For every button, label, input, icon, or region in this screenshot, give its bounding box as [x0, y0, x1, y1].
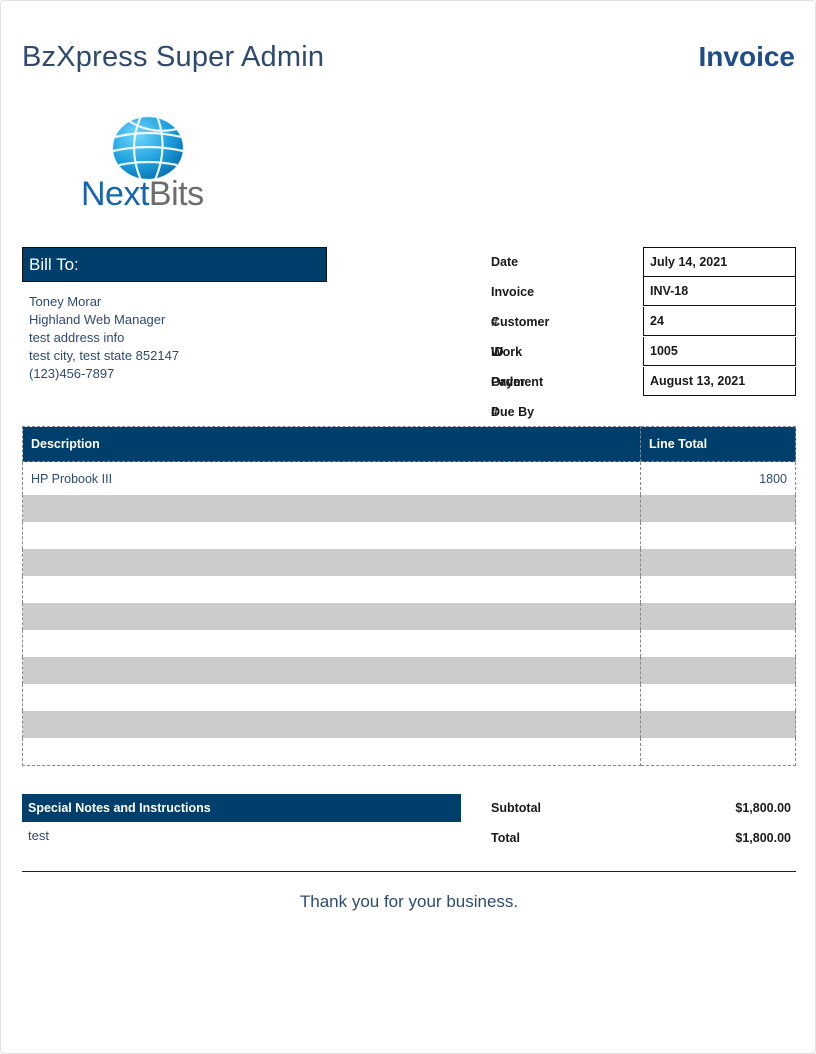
meta-value: 1005: [643, 337, 796, 366]
item-description: [22, 603, 641, 630]
subtotal-row: Subtotal $1,800.00: [491, 796, 791, 826]
item-line-total: [640, 711, 796, 738]
item-description: [22, 549, 641, 576]
item-description: [22, 684, 641, 711]
table-header-row: Description Line Total: [22, 426, 796, 462]
logo-word-bits: Bits: [148, 175, 204, 213]
thank-you-message: Thank you for your business.: [299, 892, 519, 911]
meta-label: Payment Due By: [491, 375, 544, 419]
bill-to-address: Toney Morar Highland Web Manager test ad…: [29, 293, 179, 383]
item-description: [22, 522, 641, 549]
table-row: [22, 495, 796, 522]
footer-divider: [22, 871, 796, 872]
item-line-total: [640, 576, 796, 603]
table-row: [22, 576, 796, 603]
total-label: Total: [491, 831, 520, 845]
item-description: [22, 657, 641, 684]
customer-address: test address info: [29, 330, 125, 345]
item-line-total: [640, 630, 796, 657]
column-header-description: Description: [22, 426, 641, 462]
meta-value: INV-18: [643, 277, 796, 306]
column-header-line-total: Line Total: [640, 426, 796, 462]
total-value: $1,800.00: [735, 831, 791, 845]
item-description: [22, 738, 641, 766]
item-line-total: [640, 657, 796, 684]
subtotal-value: $1,800.00: [735, 801, 791, 815]
item-line-total: [640, 549, 796, 576]
globe-icon: [111, 115, 185, 181]
item-description: [22, 630, 641, 657]
item-description: [22, 576, 641, 603]
table-row: [22, 657, 796, 684]
item-description: HP Probook III: [22, 461, 641, 495]
item-description: [22, 495, 641, 522]
item-line-total: [640, 522, 796, 549]
notes-text: test: [28, 828, 49, 843]
table-row: [22, 603, 796, 630]
table-row: [22, 549, 796, 576]
meta-value: 24: [643, 307, 796, 336]
item-line-total: [640, 603, 796, 630]
company-name: BzXpress Super Admin: [22, 41, 325, 73]
document-title: Invoice: [698, 41, 795, 72]
customer-phone: (123)456-7897: [29, 366, 115, 381]
item-line-total: [640, 495, 796, 522]
bill-to-heading: Bill To:: [22, 247, 327, 282]
table-row: [22, 711, 796, 738]
table-row: [22, 630, 796, 657]
item-description: [22, 711, 641, 738]
meta-value: August 13, 2021: [643, 367, 796, 396]
table-row: [22, 738, 796, 766]
meta-label: Date: [491, 255, 519, 269]
totals-block: Subtotal $1,800.00 Total $1,800.00: [491, 796, 791, 856]
customer-name: Toney Morar: [29, 294, 102, 309]
invoice-page: BzXpress Super Admin Invoice NextBits Bi…: [0, 0, 816, 1054]
notes-heading: Special Notes and Instructions: [22, 794, 461, 822]
line-items-table: Description Line Total HP Probook III 180…: [22, 426, 796, 766]
meta-value: July 14, 2021: [643, 247, 796, 277]
company-logo: NextBits: [79, 113, 219, 213]
table-row: HP Probook III 1800: [22, 461, 796, 495]
table-row: [22, 522, 796, 549]
customer-city: test city, test state 852147: [29, 348, 180, 363]
subtotal-label: Subtotal: [491, 801, 541, 815]
total-row: Total $1,800.00: [491, 826, 791, 856]
table-row: [22, 684, 796, 711]
item-line-total: [640, 684, 796, 711]
logo-wordmark: NextBits: [81, 175, 204, 214]
item-line-total: 1800: [640, 461, 796, 495]
customer-title: Highland Web Manager: [29, 312, 166, 327]
logo-word-next: Next: [81, 175, 149, 213]
item-line-total: [640, 738, 796, 766]
